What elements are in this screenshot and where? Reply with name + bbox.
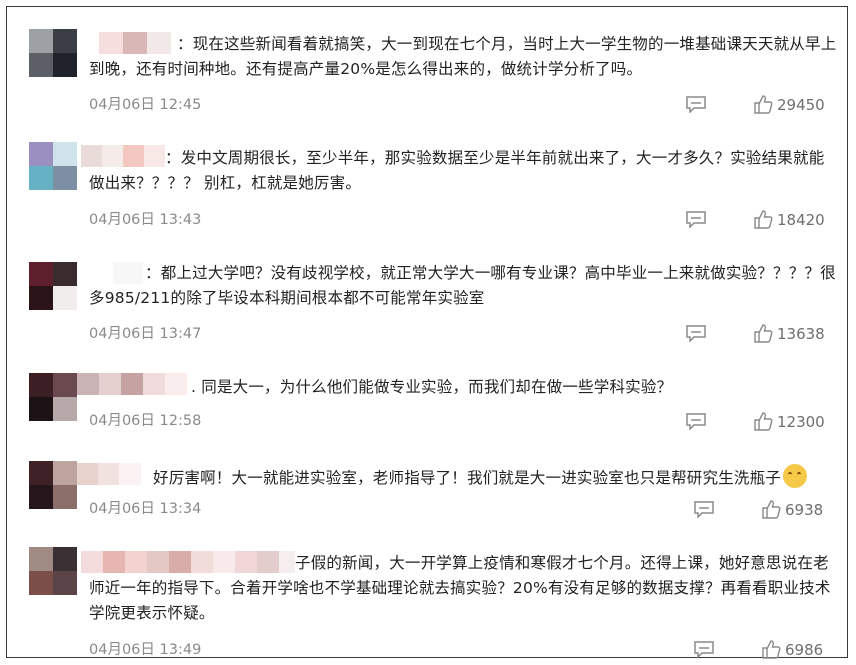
comment-reply-icon[interactable] <box>685 412 707 430</box>
avatar[interactable] <box>29 461 77 509</box>
comment-reply-icon[interactable] <box>693 500 715 518</box>
thumbs-up-icon[interactable] <box>761 499 781 519</box>
comment-timestamp: 04月06日 13:49 <box>89 642 202 658</box>
thumbs-up-icon[interactable] <box>753 411 773 431</box>
avatar[interactable] <box>29 373 77 421</box>
like-count: 6986 <box>785 641 824 659</box>
avatar[interactable] <box>29 262 77 310</box>
comment-item: . 同是大一，为什么他们能做专业实验，而我们却在做一些学科实验？ 04月06日 … <box>7 367 847 447</box>
thumbs-up-icon[interactable] <box>753 323 773 343</box>
avatar[interactable] <box>29 29 77 77</box>
comment-item: 好厉害啊！大一就能进实验室，老师指导了！我们就是大一进实验室也只是帮研究生洗瓶子… <box>7 455 847 535</box>
comment-item: ：现在这些新闻看着就搞笑，大一到现在七个月，当时上大一学生物的一堆基础课天天就从… <box>7 23 847 123</box>
comment-item: ：发中文周期很长，至少半年，那实验数据至少是半年前就出来了，大一才多久？实验结果… <box>7 137 847 237</box>
comment-text: ：发中文周期很长，至少半年，那实验数据至少是半年前就出来了，大一才多久？实验结果… <box>89 149 825 192</box>
thumbs-up-icon[interactable] <box>753 94 773 114</box>
avatar[interactable] <box>29 142 77 190</box>
comment-panel: ：现在这些新闻看着就搞笑，大一到现在七个月，当时上大一学生物的一堆基础课天天就从… <box>6 6 848 659</box>
like-count: 6938 <box>785 501 824 519</box>
comment-timestamp: 04月06日 12:45 <box>89 97 202 113</box>
comment-text: . 同是大一，为什么他们能做专业实验，而我们却在做一些学科实验？ <box>191 378 673 396</box>
comment-item: ：都上过大学吧？没有歧视学校，就正常大学大一哪有专业课？高中毕业一上来就做实验？… <box>7 252 847 352</box>
thumbs-up-icon[interactable] <box>761 639 781 659</box>
like-count: 12300 <box>777 413 825 431</box>
comment-text: 子假的新闻，大一开学算上疫情和寒假才七个月。还得上课，她好意思说在老师近一年的指… <box>89 554 831 622</box>
like-count: 13638 <box>777 325 825 343</box>
comment-reply-icon[interactable] <box>685 95 707 113</box>
avatar[interactable] <box>29 547 77 595</box>
comment-text-content: 好厉害啊！大一就能进实验室，老师指导了！我们就是大一进实验室也只是帮研究生洗瓶子 <box>153 469 782 487</box>
like-count: 29450 <box>777 96 825 114</box>
comment-text: 好厉害啊！大一就能进实验室，老师指导了！我们就是大一进实验室也只是帮研究生洗瓶子 <box>89 464 837 491</box>
comment-reply-icon[interactable] <box>685 324 707 342</box>
laughing-emoji-icon <box>783 464 808 488</box>
comment-text: ：都上过大学吧？没有歧视学校，就正常大学大一哪有专业课？高中毕业一上来就做实验？… <box>89 264 836 307</box>
comment-text: ：现在这些新闻看着就搞笑，大一到现在七个月，当时上大一学生物的一堆基础课天天就从… <box>89 35 837 78</box>
comment-reply-icon[interactable] <box>693 640 715 658</box>
comment-reply-icon[interactable] <box>685 210 707 228</box>
like-count: 18420 <box>777 211 825 229</box>
comment-timestamp: 04月06日 13:47 <box>89 326 202 342</box>
comment-timestamp: 04月06日 12:58 <box>89 413 202 429</box>
comment-item: 子假的新闻，大一开学算上疫情和寒假才七个月。还得上课，她好意思说在老师近一年的指… <box>7 541 847 659</box>
comment-timestamp: 04月06日 13:34 <box>89 501 202 517</box>
thumbs-up-icon[interactable] <box>753 209 773 229</box>
comment-timestamp: 04月06日 13:43 <box>89 212 202 228</box>
